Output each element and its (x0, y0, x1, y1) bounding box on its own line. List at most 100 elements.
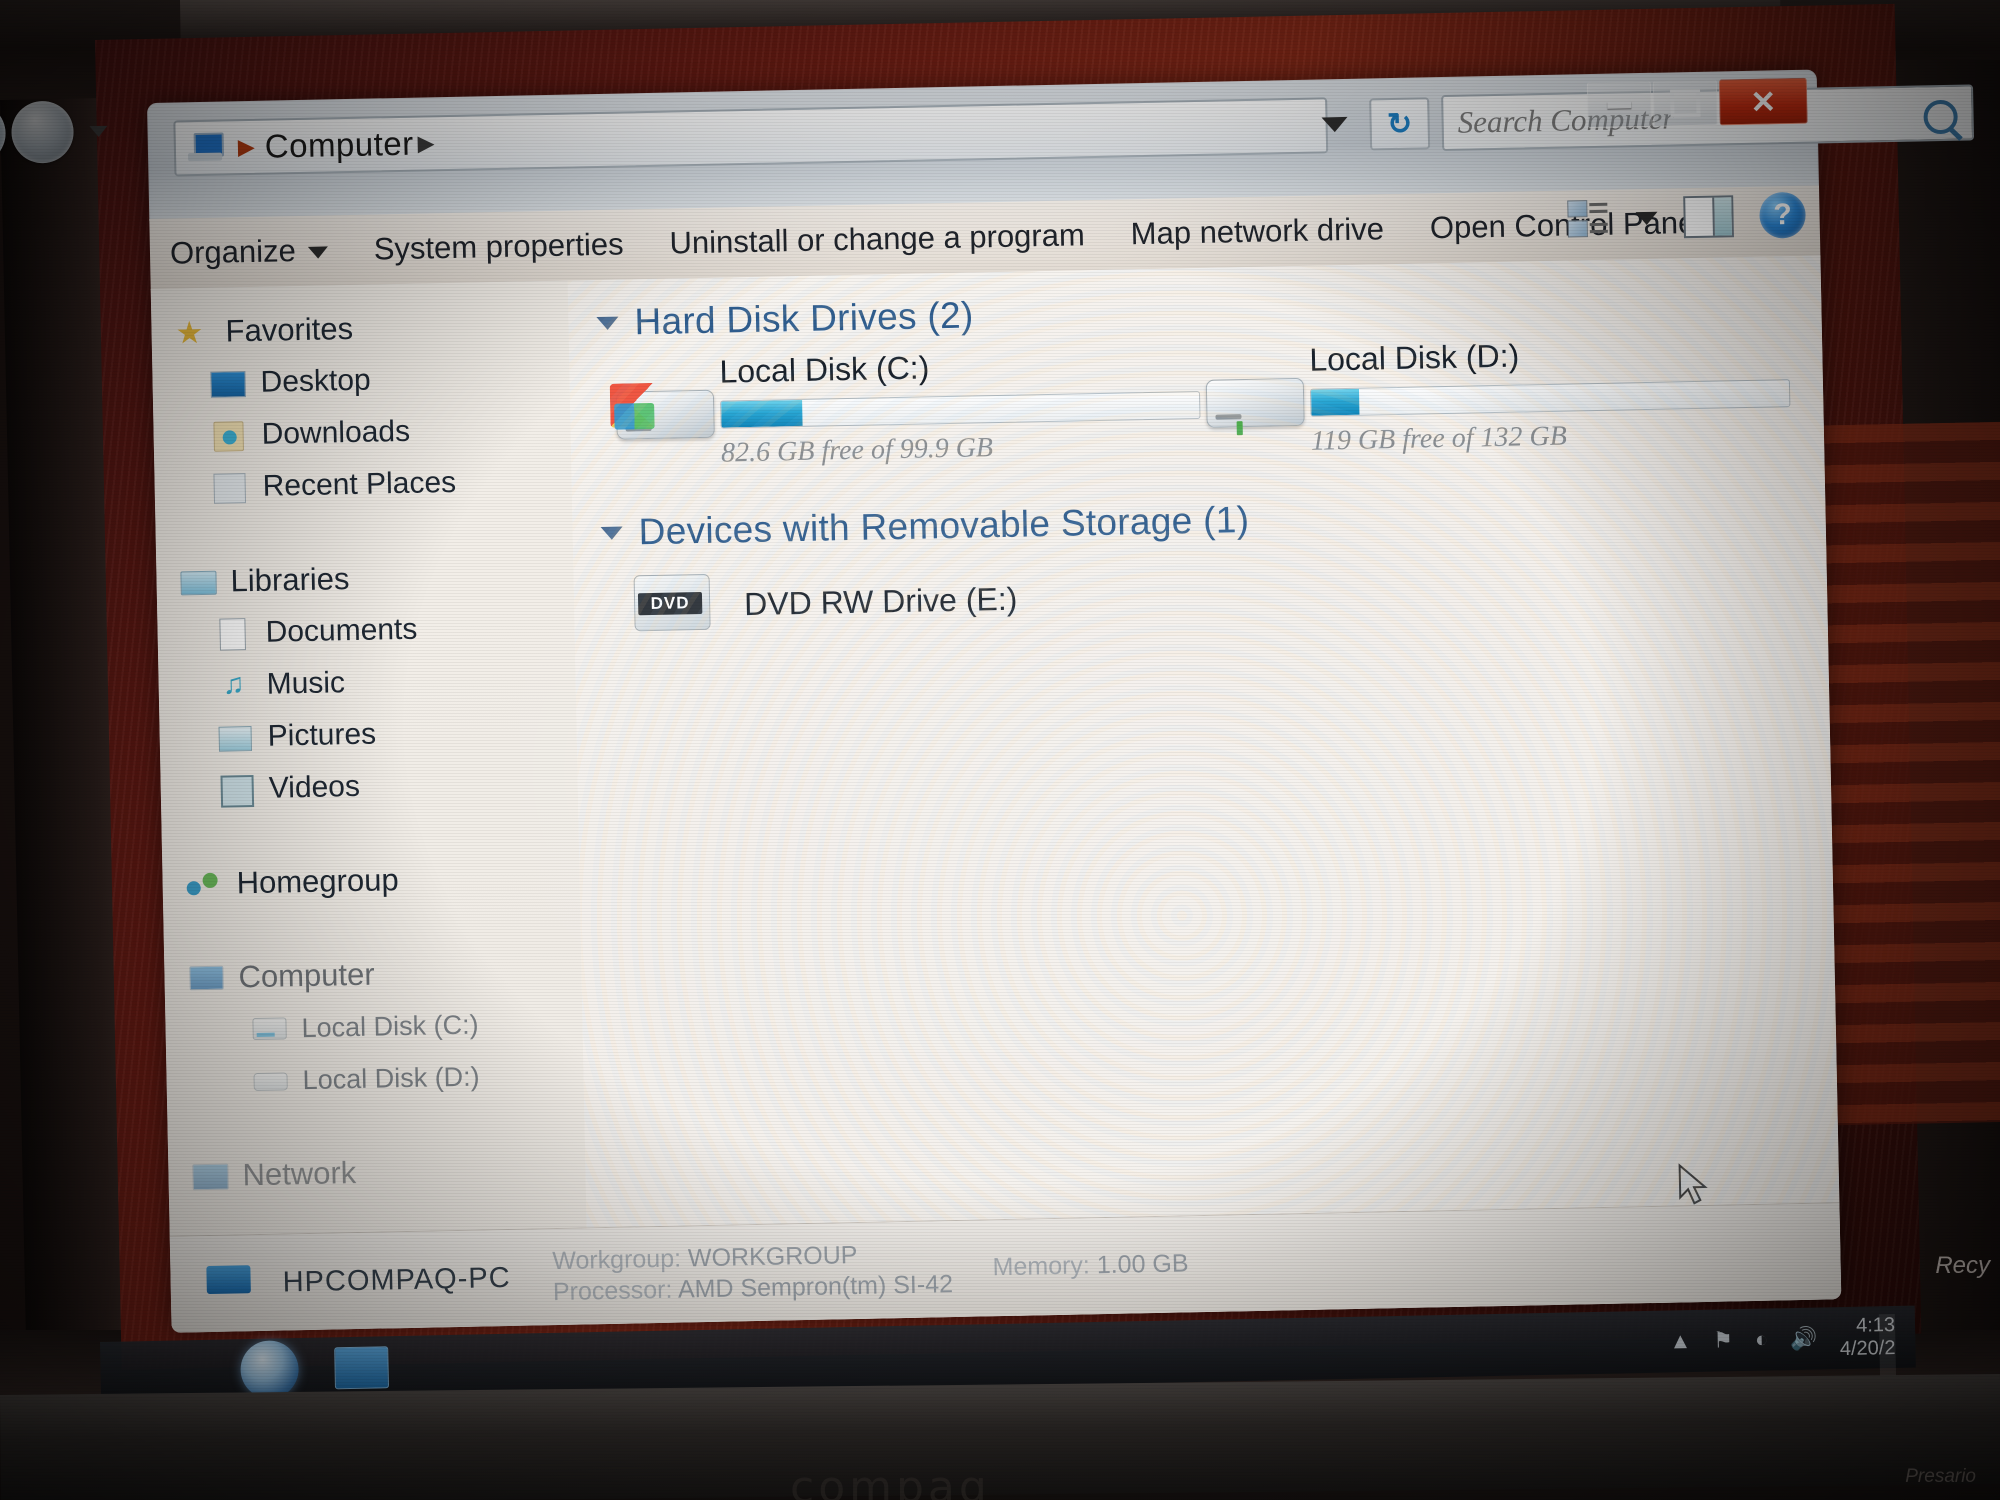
views-chevron-down-icon[interactable] (1635, 211, 1658, 225)
drive-info: Local Disk (C:) 82.6 GB free of 99.9 GB (719, 344, 1201, 470)
address-dropdown-chevron-down-icon[interactable] (1321, 116, 1348, 133)
sidebar-item-network[interactable]: Network (190, 1142, 586, 1202)
uninstall-change-program-button[interactable]: Uninstall or change a program (669, 217, 1085, 261)
hard-drive-icon (249, 1011, 288, 1046)
network-icon[interactable]: ◐ (1755, 1327, 1769, 1353)
recycle-bin-label: Recy (1935, 1252, 1990, 1279)
sidebar-item-label: Pictures (267, 717, 377, 753)
pictures-icon (215, 720, 254, 755)
laptop-model-label: Presario (1905, 1466, 1976, 1487)
sidebar-item-label: Desktop (260, 363, 371, 399)
file-list-content[interactable]: Hard Disk Drives (2) Local Disk (C:) 82.… (567, 255, 1842, 1325)
system-tray: ▲ ⚑ ◐ 🔊 4:13 4/20/2 (1669, 1313, 1897, 1377)
group-title: Devices with Removable Storage (1) (638, 498, 1250, 553)
status-workgroup-label: Workgroup: (552, 1244, 682, 1275)
breadcrumb-label: Computer (264, 124, 415, 165)
homegroup-icon (184, 867, 223, 902)
group-title: Hard Disk Drives (2) (634, 294, 974, 343)
forward-button[interactable] (10, 100, 75, 164)
system-properties-button[interactable]: System properties (373, 226, 624, 267)
group-header-removable-storage[interactable]: Devices with Removable Storage (1) (600, 487, 1826, 554)
breadcrumb-next-chevron-icon[interactable]: ▶ (417, 130, 434, 156)
start-orb-icon[interactable] (240, 1340, 300, 1400)
views-icon[interactable] (1567, 200, 1610, 239)
star-icon: ★ (175, 314, 204, 351)
show-desktop-button[interactable] (1878, 1313, 1897, 1377)
chevron-down-icon (307, 246, 328, 259)
refresh-glyph: ↻ (1386, 107, 1413, 141)
capacity-bar (1309, 379, 1791, 417)
map-network-drive-button[interactable]: Map network drive (1130, 211, 1384, 252)
drive-name: Local Disk (C:) (719, 349, 930, 390)
help-icon[interactable]: ? (1759, 191, 1807, 239)
capacity-bar (720, 390, 1201, 429)
sidebar-item-homegroup[interactable]: Homegroup (184, 850, 580, 910)
sidebar-item-favorites[interactable]: ★ Favorites (173, 299, 569, 359)
hard-drive-icon (1199, 364, 1311, 446)
sidebar-item-local-disk-c[interactable]: Local Disk (C:) (187, 996, 583, 1056)
wallpaper-stripes (1823, 421, 2000, 1126)
organize-label: Organize (169, 233, 297, 271)
drive-item-local-disk-d[interactable]: Local Disk (D:) 119 GB free of 132 GB (1199, 332, 1791, 460)
recent-pages-chevron-down-icon[interactable] (89, 125, 108, 138)
dvd-drive-icon: DVD (625, 568, 722, 644)
sidebar-item-libraries[interactable]: Libraries (178, 549, 574, 609)
triangle-down-icon[interactable] (596, 316, 619, 330)
search-icon[interactable] (1923, 99, 1958, 135)
maximize-button[interactable] (1652, 79, 1718, 127)
group-header-hard-disk-drives[interactable]: Hard Disk Drives (2) (596, 277, 1822, 344)
libraries-icon (178, 565, 217, 600)
sidebar-item-computer[interactable]: Computer (186, 944, 582, 1004)
desktop-icon (208, 366, 247, 401)
status-processor-label: Processor: (552, 1275, 673, 1307)
sidebar-item-documents[interactable]: Documents (179, 601, 575, 661)
navigation-buttons (0, 91, 153, 174)
action-center-icon[interactable]: ⚑ (1713, 1327, 1733, 1353)
documents-icon (213, 616, 252, 651)
maximize-icon (1670, 88, 1701, 118)
minimize-icon (1607, 100, 1632, 109)
drive-row: Local Disk (C:) 82.6 GB free of 99.9 GB (609, 331, 1824, 471)
hard-drive-icon (250, 1063, 289, 1098)
status-memory-value: 1.00 GB (1096, 1249, 1189, 1280)
laptop-brand-logo: compaq (790, 1462, 991, 1500)
triangle-down-icon[interactable] (600, 526, 623, 540)
drive-item-local-disk-c[interactable]: Local Disk (C:) 82.6 GB free of 99.9 GB (609, 344, 1201, 472)
sidebar-item-local-disk-d[interactable]: Local Disk (D:) (188, 1048, 584, 1108)
recent-places-icon (210, 470, 249, 505)
sidebar-item-label: Local Disk (C:) (301, 1009, 479, 1043)
explorer-window[interactable]: ▶ Computer ▶ ↻ Search Computer ✕ Organiz… (0, 69, 1975, 1333)
sidebar-item-recent-places[interactable]: Recent Places (176, 455, 572, 515)
status-workgroup: Workgroup: WORKGROUP Processor: AMD Semp… (552, 1238, 953, 1309)
preview-pane-icon[interactable] (1683, 195, 1734, 239)
sidebar-item-label: Libraries (230, 561, 350, 599)
sidebar-item-downloads[interactable]: Downloads (175, 403, 571, 463)
refresh-icon[interactable]: ↻ (1369, 97, 1431, 151)
sidebar-item-videos[interactable]: Videos (182, 757, 578, 817)
nav-group-homegroup: Homegroup (184, 850, 580, 910)
status-processor-value: AMD Sempron(tm) SI-42 (677, 1270, 954, 1304)
sidebar-item-desktop[interactable]: Desktop (174, 351, 570, 411)
sidebar-item-music[interactable]: ♫ Music (180, 653, 576, 713)
sidebar-item-label: Local Disk (D:) (302, 1061, 480, 1095)
sidebar-item-pictures[interactable]: Pictures (181, 705, 577, 765)
organize-button[interactable]: Organize (170, 232, 328, 271)
help-glyph: ? (1773, 198, 1793, 232)
breadcrumb-separator-icon: ▶ (237, 133, 256, 160)
window-controls: ✕ (1585, 77, 1808, 129)
capacity-bar-fill (1310, 388, 1360, 416)
drive-name: Local Disk (D:) (1309, 337, 1520, 378)
minimize-button[interactable] (1586, 80, 1652, 129)
close-button[interactable]: ✕ (1718, 77, 1808, 126)
network-icon (190, 1159, 229, 1194)
taskbar-item[interactable] (334, 1346, 389, 1390)
volume-icon[interactable]: 🔊 (1790, 1326, 1818, 1353)
nav-group-network: Network (190, 1142, 586, 1202)
drive-name: DVD RW Drive (E:) (743, 580, 1018, 622)
music-icon: ♫ (222, 668, 245, 701)
drive-item-dvd-rw-e[interactable]: DVD DVD RW Drive (E:) (625, 545, 1827, 643)
drive-free-space: 119 GB free of 132 GB (1310, 420, 1568, 457)
sidebar-item-label: Recent Places (262, 465, 457, 503)
chevron-up-icon[interactable]: ▲ (1669, 1328, 1691, 1354)
window-body: ★ Favorites Desktop Downloads Recent Pla… (150, 255, 1842, 1333)
